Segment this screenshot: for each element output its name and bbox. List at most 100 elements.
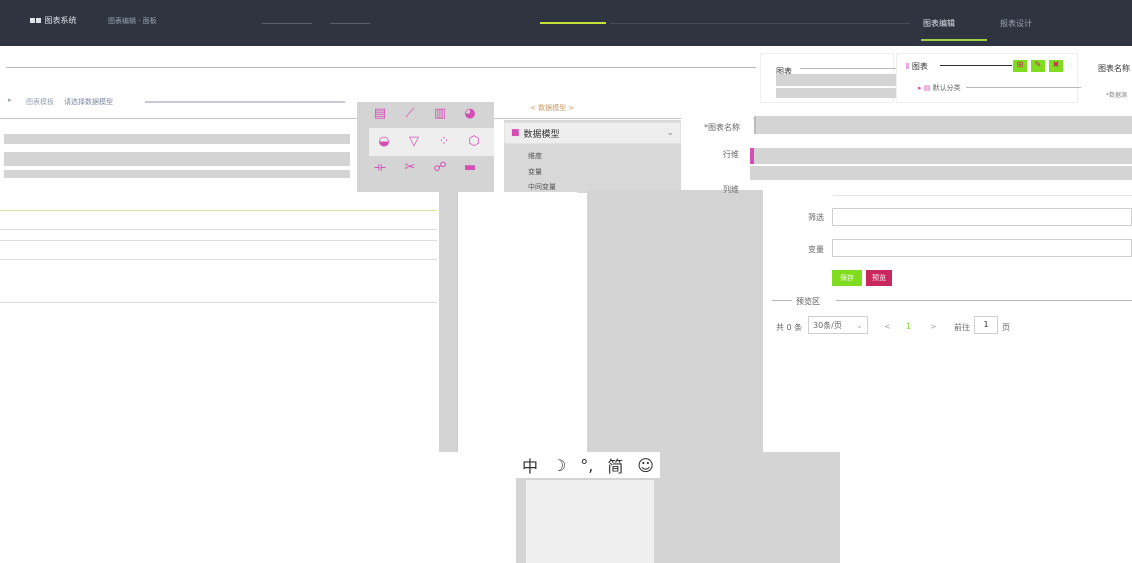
divider (833, 195, 1132, 196)
next-page-button[interactable]: > (930, 322, 937, 331)
page-size-value: 30条/页 (813, 320, 842, 330)
divider (0, 302, 437, 303)
row-label: 行维 (723, 150, 739, 159)
chart-type-row: ▤ ⟋ ▥ ◕ (369, 104, 481, 122)
scroll-indicator (145, 101, 345, 103)
chevron-down-icon[interactable]: ⌄ (666, 128, 674, 138)
line-chart-icon[interactable]: ⟋ (399, 104, 421, 122)
punctuation-toggle[interactable]: °, (580, 456, 593, 475)
data-model-item[interactable]: 变量 (528, 167, 542, 177)
data-model-item[interactable]: 中间变量 (528, 182, 556, 192)
nav-active-indicator (540, 22, 606, 24)
row-dimension-input[interactable] (750, 148, 1132, 164)
gauge-icon[interactable]: ▬ (459, 158, 481, 176)
link-icon[interactable]: ☍ (429, 158, 451, 176)
column-dimension-input[interactable] (750, 166, 1132, 180)
nav-divider (610, 23, 910, 24)
emoji-icon[interactable]: ☺ (637, 456, 654, 475)
area-chart-icon[interactable]: ◒ (373, 132, 395, 150)
divider (800, 68, 896, 69)
ime-toolbar[interactable]: 中 ☽ °, 简 ☺ (516, 452, 660, 478)
nav-divider (330, 23, 370, 24)
filter-input[interactable] (832, 208, 1132, 226)
moon-icon[interactable]: ☽ (552, 456, 566, 475)
ime-candidate-area (526, 480, 654, 563)
chart-type-row: ◒ ▽ ⁘ ⬡ (373, 132, 485, 150)
divider (0, 240, 437, 241)
page-unit-label: 页 (1002, 323, 1010, 332)
chart-icon: ⫴ (906, 62, 910, 71)
brand: 图表系统 (30, 15, 77, 26)
tree-node-default[interactable]: ▸ ▤ 默认分类 (918, 83, 961, 93)
preview-button[interactable]: 预览 (866, 270, 892, 286)
chart-name-input[interactable] (754, 116, 1132, 134)
chart-name-title: 图表名称 (1098, 64, 1130, 73)
add-icon[interactable]: ⊞ (1013, 60, 1027, 72)
data-model-breadcrumb[interactable]: < 数据模型 > (530, 103, 574, 113)
variable-label: 变量 (808, 245, 824, 254)
brand-label: 图表系统 (44, 16, 77, 25)
divider (966, 87, 1081, 88)
prev-page-button[interactable]: < (884, 322, 891, 331)
simplified-toggle[interactable]: 简 (607, 453, 623, 477)
data-source-label: *数据源 (1106, 92, 1128, 99)
divider (6, 67, 756, 68)
pie-chart-icon[interactable]: ◕ (459, 104, 481, 122)
collapse-icon[interactable]: ▸ (8, 96, 12, 104)
filter-text[interactable]: 请选择数据模型 (64, 97, 113, 107)
ime-chinese-mode[interactable]: 中 (522, 453, 538, 477)
divider (0, 210, 437, 211)
breadcrumb[interactable]: 图表编辑 · 面板 (108, 16, 157, 26)
dropdown-popup[interactable] (457, 192, 577, 452)
divider (0, 229, 437, 230)
save-button[interactable]: 保存 (832, 270, 862, 286)
list-item[interactable] (4, 152, 350, 166)
divider (0, 259, 437, 260)
funnel-icon[interactable]: ▽ (403, 132, 425, 150)
goto-label: 前往 (954, 323, 970, 332)
delete-icon[interactable]: ✖ (1049, 60, 1063, 72)
map-icon[interactable]: ✂ (399, 158, 421, 176)
overlay-backdrop (587, 190, 763, 452)
bar-chart-icon[interactable]: ▥ (429, 104, 451, 122)
chevron-down-icon: ⌄ (856, 320, 863, 330)
charts-label: ⫴ 图表 (906, 62, 928, 71)
divider (772, 300, 792, 301)
radar-icon[interactable]: ⬡ (463, 132, 485, 150)
list-item[interactable] (4, 170, 350, 178)
preview-label: 预览区 (796, 297, 820, 306)
chart-type-row: ⟛ ✂ ☍ ▬ (369, 158, 481, 176)
form-label-column (681, 104, 753, 190)
list-item[interactable] (776, 74, 896, 86)
gantt-icon[interactable]: ⟛ (369, 158, 391, 176)
tab-report-design[interactable]: 报表设计 (1000, 18, 1032, 29)
current-page[interactable]: 1 (906, 322, 911, 331)
divider (940, 65, 1012, 66)
top-nav: 图表系统 图表编辑 · 面板 图表编辑 报表设计 (0, 0, 1132, 46)
tab-active-underline (921, 39, 987, 41)
database-icon: ■ (511, 128, 520, 138)
data-model-header[interactable]: ■ 数据模型 ⌄ (504, 122, 681, 144)
goto-page-input[interactable]: 1 (974, 316, 998, 334)
scatter-icon[interactable]: ⁘ (433, 132, 455, 150)
variable-input[interactable] (832, 239, 1132, 257)
chart-name-label: *图表名称 (704, 123, 740, 132)
overlay-backdrop (660, 452, 840, 563)
total-count: 共 0 条 (776, 323, 803, 332)
table-icon[interactable]: ▤ (369, 104, 391, 122)
list-item[interactable] (4, 134, 350, 144)
nav-divider (262, 23, 312, 24)
folder-icon: ▸ ▤ (918, 84, 931, 92)
edit-icon[interactable]: ✎ (1031, 60, 1045, 72)
logo-icon (30, 18, 35, 23)
column-label: 列维 (723, 185, 739, 194)
divider (836, 300, 1132, 301)
filter-label: 筛选 (808, 213, 824, 222)
data-model-item[interactable]: 维度 (528, 151, 542, 161)
tab-chart-template[interactable]: 图表模板 (26, 97, 54, 107)
page-size-select[interactable]: 30条/页 ⌄ (808, 316, 868, 334)
data-model-title: 数据模型 (523, 129, 560, 140)
tab-chart-edit[interactable]: 图表编辑 (923, 18, 955, 29)
list-item[interactable] (776, 88, 896, 98)
overlay-strip (439, 190, 457, 452)
